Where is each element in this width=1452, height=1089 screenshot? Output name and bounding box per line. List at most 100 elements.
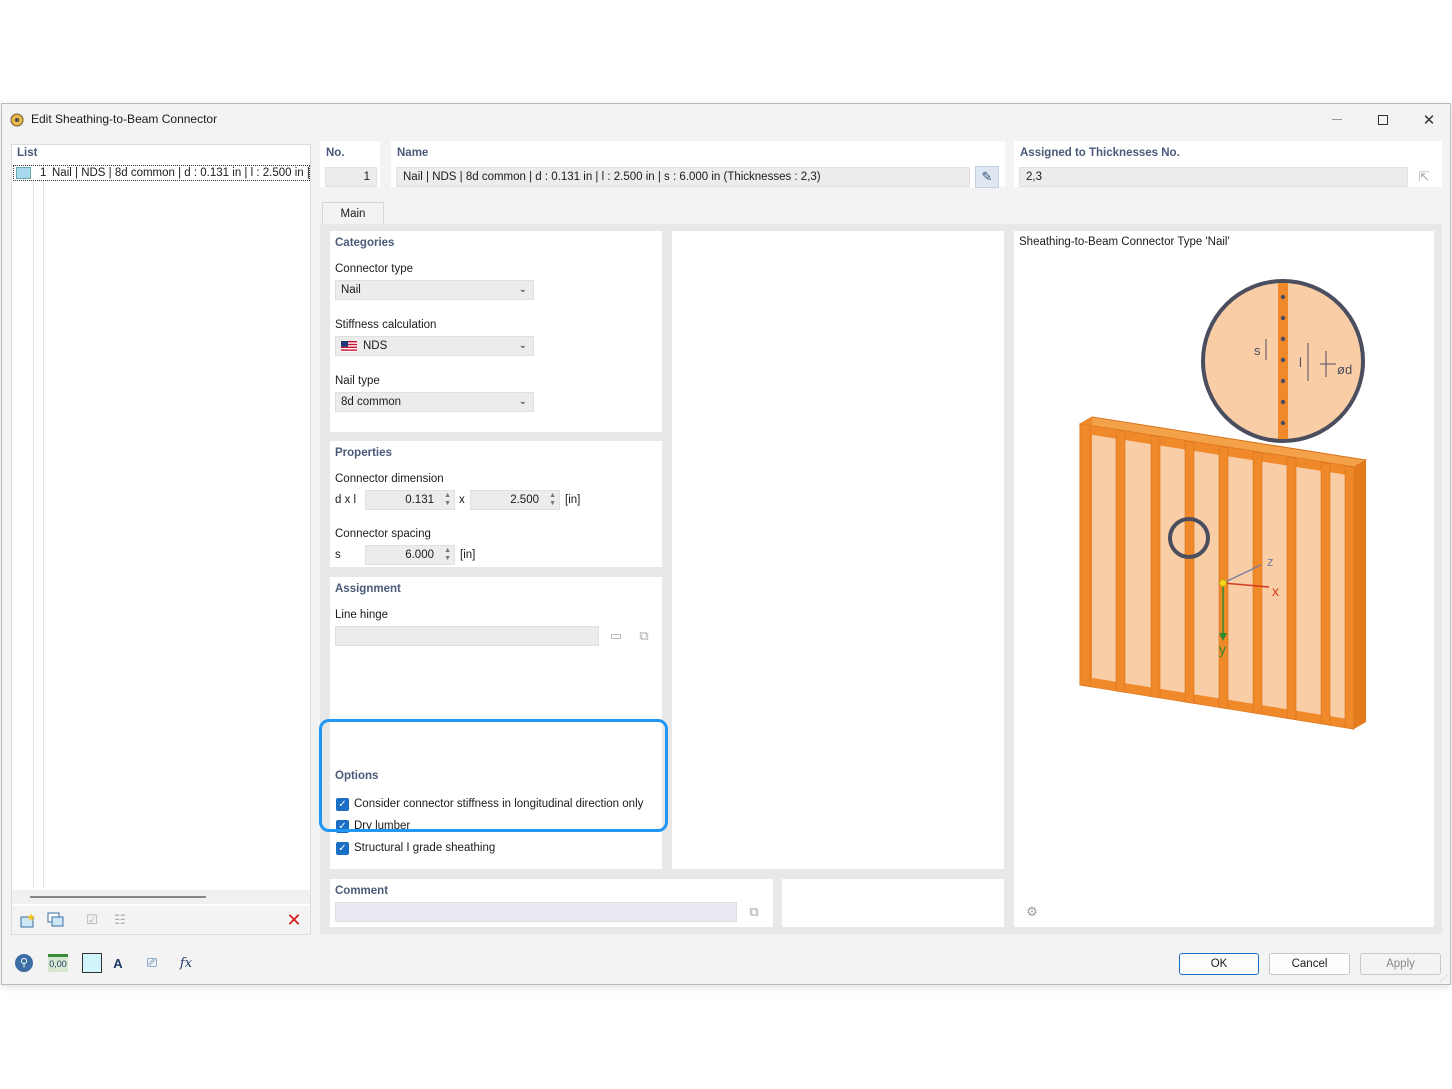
connector-type-select[interactable]: Nail ⌄ [335, 280, 534, 300]
maximize-button[interactable] [1360, 104, 1406, 135]
maximize-icon [1378, 114, 1388, 125]
uncheck-button[interactable]: ☷ [108, 909, 132, 931]
option-label-2: Structural I grade sheathing [354, 842, 496, 854]
display-icon: ⎚ [146, 955, 158, 970]
dimension-unit: [in] [565, 494, 581, 506]
check-button[interactable]: ☑ [80, 909, 104, 931]
s-label: s [335, 549, 341, 561]
comment-section: Comment ⧉ [330, 879, 773, 927]
option-checkbox-2[interactable]: ✓ [336, 842, 349, 855]
connector-diagram: z x y s l ød [1078, 279, 1368, 730]
axis-z-label: z [1267, 554, 1274, 569]
new-item-icon [20, 913, 35, 928]
cursor-icon: ⇱ [1418, 169, 1430, 184]
properties-section: Properties Connector dimension d x l 0.1… [330, 441, 662, 567]
diameter-d-label: ød [1337, 362, 1352, 377]
list-settings-icon: ☷ [114, 912, 126, 927]
scrollbar-thumb[interactable] [30, 896, 206, 898]
color-swatch [16, 167, 31, 179]
stiffness-label: Stiffness calculation [335, 319, 437, 331]
resize-grip[interactable]: ⋰ [1440, 974, 1448, 983]
new-hinge-button[interactable]: ⧉ [632, 625, 656, 647]
nail-type-value: 8d common [341, 396, 402, 408]
copy-item-button[interactable] [44, 909, 68, 931]
s-value: 6.000 [405, 549, 434, 561]
axis-y-label: y [1219, 641, 1226, 657]
stiffness-select[interactable]: NDS ⌄ [335, 336, 534, 356]
title-bar: Edit Sheathing-to-Beam Connector ✕ [2, 104, 1450, 135]
line-hinge-field[interactable] [335, 626, 599, 646]
l-input[interactable]: 2.500 ▲ ▼ [470, 490, 560, 510]
spacing-s-label: s [1254, 343, 1261, 358]
spacing-unit: [in] [460, 549, 476, 561]
connector-type-value: Nail [341, 284, 361, 296]
units-icon: 0,00 [48, 954, 68, 972]
tree-line-2 [43, 163, 44, 888]
select-hinge-button[interactable]: ▭ [604, 625, 628, 647]
list-item[interactable]: 1 Nail | NDS | 8d common | d : 0.131 in … [13, 165, 310, 181]
list-item-label: Nail | NDS | 8d common | d : 0.131 in | … [52, 167, 310, 179]
text-button[interactable]: A [106, 952, 130, 974]
new-item-button[interactable] [16, 909, 40, 931]
d-value: 0.131 [405, 494, 434, 506]
length-l-label: l [1299, 355, 1302, 370]
delete-button[interactable]: ✕ [282, 909, 306, 931]
help-button[interactable]: ⚲ [12, 952, 36, 974]
pick-thickness-button[interactable]: ⇱ [1412, 166, 1436, 188]
display-button[interactable]: ⎚ [140, 952, 164, 974]
connector-dimension-label: Connector dimension [335, 473, 444, 485]
assigned-label: Assigned to Thicknesses No. [1020, 147, 1180, 159]
s-input[interactable]: 6.000 ▲ ▼ [365, 545, 455, 565]
chevron-down-icon: ⌄ [518, 340, 527, 351]
window-select-icon: ▭ [609, 628, 623, 643]
app-icon [10, 113, 24, 127]
d-input[interactable]: 0.131 ▲ ▼ [365, 490, 455, 510]
minimize-icon [1332, 119, 1342, 120]
tab-main[interactable]: Main [322, 202, 384, 226]
connector-type-label: Connector type [335, 263, 413, 275]
comment-side-panel [782, 879, 1004, 927]
stiffness-value: NDS [363, 340, 388, 352]
color-swatch-icon [82, 953, 102, 973]
delete-icon: ✕ [286, 909, 302, 930]
apply-button[interactable]: Apply [1360, 953, 1441, 975]
l-value: 2.500 [510, 494, 539, 506]
units-button[interactable]: 0,00 [46, 952, 70, 974]
horizontal-scrollbar[interactable] [12, 890, 310, 904]
copy-item-icon [47, 912, 64, 927]
name-field[interactable]: Nail | NDS | 8d common | d : 0.131 in | … [396, 167, 970, 187]
edit-name-button[interactable]: ✎ [975, 166, 999, 188]
us-flag-icon [341, 340, 357, 352]
pencil-icon: ✎ [981, 169, 993, 184]
formula-button[interactable]: fx [174, 952, 198, 974]
copy-icon: ⧉ [749, 904, 759, 919]
properties-title: Properties [335, 447, 392, 459]
options-highlight [319, 719, 668, 832]
comment-title: Comment [335, 885, 389, 897]
name-label: Name [397, 147, 429, 159]
search-icon: ⚲ [15, 954, 33, 972]
spinner-icon[interactable]: ▲ ▼ [549, 492, 556, 508]
chevron-down-icon: ⌄ [518, 284, 527, 295]
new-hinge-icon: ⧉ [639, 628, 649, 643]
ok-button[interactable]: OK [1179, 953, 1259, 975]
no-field[interactable]: 1 [325, 167, 377, 187]
connector-spacing-label: Connector spacing [335, 528, 431, 540]
cancel-button[interactable]: Cancel [1269, 953, 1350, 975]
spinner-icon[interactable]: ▲ ▼ [444, 492, 451, 508]
spinner-icon[interactable]: ▲ ▼ [444, 547, 451, 563]
preview-options-button[interactable]: ⚙ [1020, 901, 1044, 923]
categories-title: Categories [335, 237, 395, 249]
close-button[interactable]: ✕ [1406, 104, 1452, 135]
assignment-title: Assignment [335, 583, 401, 595]
nail-type-select[interactable]: 8d common ⌄ [335, 392, 534, 412]
comment-field[interactable] [335, 902, 737, 922]
dialog-window: Edit Sheathing-to-Beam Connector ✕ List … [1, 103, 1451, 985]
color-button[interactable] [80, 952, 104, 974]
comment-library-button[interactable]: ⧉ [742, 901, 766, 923]
no-panel: No. 1 [320, 141, 380, 187]
assigned-field[interactable]: 2,3 [1019, 167, 1408, 187]
assigned-panel: Assigned to Thicknesses No. 2,3 ⇱ [1014, 141, 1442, 187]
minimize-button[interactable] [1314, 104, 1360, 135]
chevron-down-icon: ⌄ [518, 396, 527, 407]
